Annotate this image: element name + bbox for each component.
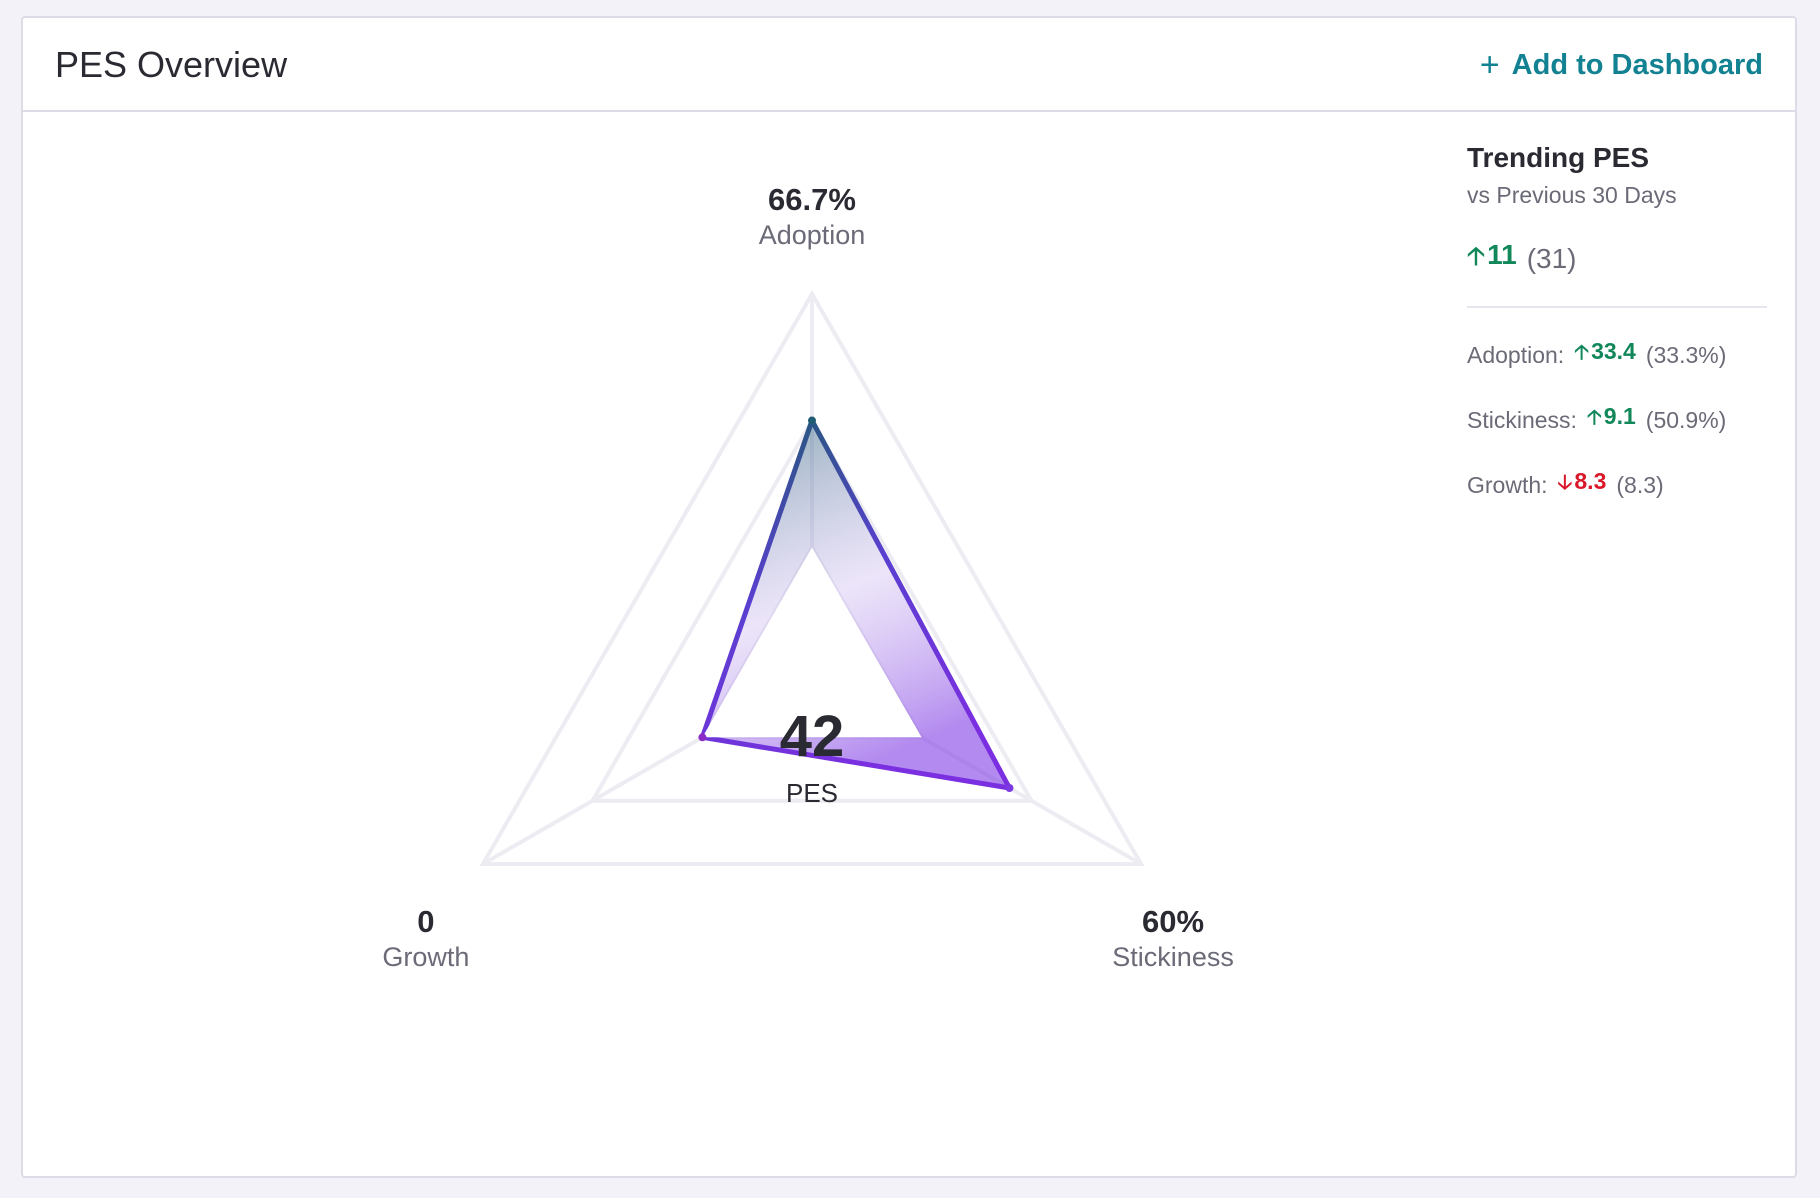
trending-main-value: 11 bbox=[1487, 239, 1517, 270]
pes-score: 42 PES bbox=[692, 708, 932, 809]
axis-label-adoption: 66.7% Adoption bbox=[692, 182, 932, 251]
arrow-up-icon: 🡡 bbox=[1467, 242, 1486, 270]
metric-delta: 33.4 bbox=[1591, 338, 1636, 364]
radar-svg bbox=[479, 289, 1145, 866]
pes-radar-chart: 66.7% Adoption 60% Stickiness 0 Growth 4… bbox=[23, 112, 1443, 1178]
axis-label-growth: 0 Growth bbox=[306, 904, 546, 973]
metric-label: Stickiness: bbox=[1467, 407, 1577, 433]
axis-label-stickiness: 60% Stickiness bbox=[1053, 904, 1293, 973]
trending-main-delta: 🡡11 (31) bbox=[1467, 237, 1767, 280]
axis-value-adoption: 66.7% bbox=[768, 182, 856, 217]
radar-point-stickiness bbox=[1005, 784, 1014, 792]
axis-value-stickiness: 60% bbox=[1142, 904, 1205, 939]
axis-value-growth: 0 bbox=[417, 904, 435, 939]
arrow-down-icon: 🡣 bbox=[1557, 471, 1573, 494]
arrow-up-icon: 🡡 bbox=[1586, 406, 1602, 429]
metric-row-growth: Growth: 🡣8.3 (8.3) bbox=[1467, 468, 1767, 503]
trending-title: Trending PES bbox=[1467, 142, 1650, 173]
trending-main-previous: (31) bbox=[1526, 242, 1577, 274]
metric-delta: 9.1 bbox=[1603, 403, 1636, 429]
pes-score-label: PES bbox=[785, 778, 839, 808]
metric-previous: (33.3%) bbox=[1645, 342, 1727, 368]
add-to-dashboard-label: Add to Dashboard bbox=[1511, 48, 1763, 81]
arrow-up-icon: 🡡 bbox=[1574, 341, 1590, 364]
metric-row-adoption: Adoption: 🡡33.4 (33.3%) bbox=[1467, 338, 1767, 373]
card-header: PES Overview + Add to Dashboard bbox=[23, 18, 1795, 112]
metric-delta: 8.3 bbox=[1574, 468, 1607, 494]
card-title: PES Overview bbox=[55, 44, 288, 85]
divider bbox=[1467, 306, 1767, 308]
axis-name-stickiness: Stickiness bbox=[1112, 942, 1234, 972]
radar-point-adoption bbox=[808, 416, 816, 425]
axis-name-adoption: Adoption bbox=[758, 220, 866, 250]
trending-subtitle: vs Previous 30 Days bbox=[1467, 182, 1677, 208]
metric-change: 🡡33.4 bbox=[1574, 338, 1636, 373]
metric-change: 🡡9.1 bbox=[1587, 403, 1636, 438]
axis-name-growth: Growth bbox=[382, 942, 470, 972]
trending-main-change: 🡡11 bbox=[1467, 237, 1517, 280]
add-to-dashboard-button[interactable]: + Add to Dashboard bbox=[1480, 48, 1763, 82]
metric-previous: (50.9%) bbox=[1645, 407, 1727, 433]
plus-icon: + bbox=[1479, 46, 1500, 84]
trending-pes-panel: Trending PES vs Previous 30 Days 🡡11 (31… bbox=[1467, 142, 1767, 503]
pes-score-value: 42 bbox=[779, 704, 845, 769]
metric-row-stickiness: Stickiness: 🡡9.1 (50.9%) bbox=[1467, 403, 1767, 438]
metric-label: Growth: bbox=[1467, 472, 1548, 498]
metric-change: 🡣8.3 bbox=[1558, 468, 1607, 503]
metric-label: Adoption: bbox=[1467, 342, 1565, 368]
metric-previous: (8.3) bbox=[1616, 472, 1664, 498]
pes-overview-card: PES Overview + Add to Dashboard 66.7% Ad… bbox=[21, 16, 1797, 1178]
